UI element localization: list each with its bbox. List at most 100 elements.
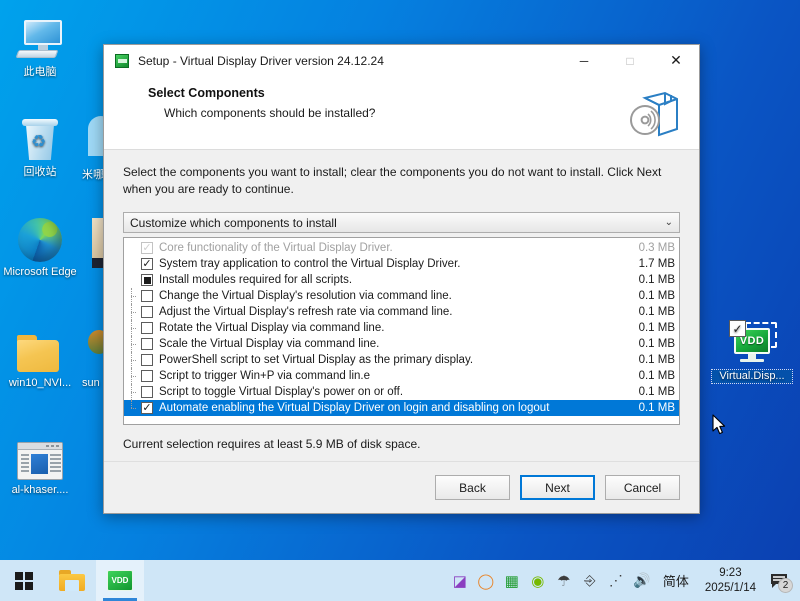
component-checkbox[interactable]: ✓	[141, 402, 153, 414]
window-title: Setup - Virtual Display Driver version 2…	[138, 53, 384, 68]
tree-connector	[124, 368, 139, 384]
desktop-icon-label-occluded-1: 米哪	[82, 169, 104, 181]
desktop-icon-label: al-khaser....	[11, 484, 69, 496]
window-body: Select the components you want to instal…	[104, 150, 699, 461]
action-center-button[interactable]: 2	[764, 560, 794, 601]
tree-connector	[124, 384, 139, 400]
taskbar-item-file-explorer[interactable]	[48, 560, 96, 601]
back-button[interactable]: Back	[435, 475, 510, 500]
taskbar[interactable]: VDD ◪ ◯ ▦ ◉ ☂ ⎆ ⋰ 🔊 简体 9:23 2025/1/14 2	[0, 560, 800, 601]
desktop-icon-microsoft-edge[interactable]: Microsoft Edge	[0, 214, 80, 279]
component-row[interactable]: Script to toggle Virtual Display's power…	[124, 384, 679, 400]
ring-icon[interactable]: ◯	[473, 560, 499, 601]
folder-icon	[59, 570, 85, 591]
component-checkbox[interactable]	[141, 354, 153, 366]
clock[interactable]: 9:23 2025/1/14	[697, 566, 764, 596]
component-size: 0.1 MB	[638, 274, 675, 286]
desktop-icon-label: win10_NVI...	[8, 377, 72, 389]
tree-connector	[124, 240, 139, 256]
ime-indicator[interactable]: 简体	[655, 571, 697, 590]
desktop-icon-win10-nvi-folder[interactable]: win10_NVI...	[0, 325, 80, 390]
desktop-icon-al-khaser[interactable]: al-khaser....	[0, 432, 80, 497]
minimize-button[interactable]: ─	[561, 45, 607, 76]
component-row[interactable]: ✓ Core functionality of the Virtual Displ…	[124, 240, 679, 256]
virtual-display-driver-icon: VDD ✓	[712, 318, 792, 366]
component-label: Install modules required for all scripts…	[159, 274, 353, 286]
tree-connector	[124, 336, 139, 352]
checkmark-icon: ✓	[142, 401, 152, 414]
component-row[interactable]: Adjust the Virtual Display's refresh rat…	[124, 304, 679, 320]
security-warning-icon[interactable]: ☂	[551, 560, 577, 601]
desktop-icon-virtual-display-driver[interactable]: VDD ✓ Virtual.Disp...	[711, 318, 793, 384]
component-checkbox[interactable]	[141, 290, 153, 302]
window-footer: Back Next Cancel	[104, 461, 699, 513]
desktop-icon-label: Microsoft Edge	[3, 266, 77, 278]
list-app-icon[interactable]: ▦	[499, 560, 525, 601]
component-checkbox[interactable]	[141, 322, 153, 334]
mouse-cursor	[712, 414, 726, 435]
component-label: Script to trigger Win+P via command lin.…	[159, 370, 371, 382]
tree-connector	[124, 272, 139, 288]
window-titlebar[interactable]: Setup - Virtual Display Driver version 2…	[104, 45, 699, 76]
component-size: 0.1 MB	[638, 338, 675, 350]
tree-connector	[124, 304, 139, 320]
network-icon[interactable]: ⋰	[603, 560, 629, 601]
clock-date: 2025/1/14	[704, 581, 756, 594]
component-checkbox[interactable]	[141, 306, 153, 318]
next-button[interactable]: Next	[520, 475, 595, 500]
cancel-button[interactable]: Cancel	[605, 475, 680, 500]
component-size: 0.3 MB	[638, 242, 675, 254]
clock-time: 9:23	[719, 566, 742, 579]
component-row[interactable]: Rotate the Virtual Display via command l…	[124, 320, 679, 336]
component-size: 0.1 MB	[638, 322, 675, 334]
notification-count-badge: 2	[778, 578, 793, 593]
components-list[interactable]: ✓ Core functionality of the Virtual Displ…	[123, 237, 680, 425]
component-size: 0.1 MB	[638, 290, 675, 302]
vdd-setup-icon	[115, 53, 129, 68]
page-description: Select the components you want to instal…	[123, 165, 662, 196]
desktop[interactable]: 米哪 sun 此电脑 ♻ 回收站 Microsoft Edge win10_NV…	[0, 0, 800, 601]
desktop-icon-label-occluded-2: sun	[82, 377, 100, 389]
component-row[interactable]: Change the Virtual Display's resolution …	[124, 288, 679, 304]
component-row[interactable]: Install modules required for all scripts…	[124, 272, 679, 288]
component-row[interactable]: ✓ Automate enabling the Virtual Display D…	[124, 400, 679, 416]
tree-connector	[124, 256, 139, 272]
component-checkbox[interactable]	[141, 274, 153, 286]
component-size: 0.1 MB	[638, 370, 675, 382]
component-checkbox[interactable]	[141, 338, 153, 350]
tree-connector	[124, 352, 139, 368]
checkmark-icon: ✓	[142, 257, 152, 270]
components-preset-combobox[interactable]: Customize which components to install ⌄	[123, 212, 680, 233]
page-subtitle: Which components should be installed?	[164, 106, 376, 120]
component-row[interactable]: ✓ System tray application to control the …	[124, 256, 679, 272]
component-label: PowerShell script to set Virtual Display…	[159, 354, 474, 366]
taskbar-item-vdd-setup[interactable]: VDD	[96, 560, 144, 601]
component-checkbox[interactable]: ✓	[141, 258, 153, 270]
recycle-bin-icon: ♻	[0, 114, 80, 162]
component-row[interactable]: Scale the Virtual Display via command li…	[124, 336, 679, 352]
component-checkbox[interactable]	[141, 386, 153, 398]
application-window-icon	[0, 432, 80, 480]
setup-window[interactable]: Setup - Virtual Display Driver version 2…	[103, 44, 700, 514]
component-row[interactable]: Script to trigger Win+P via command lin.…	[124, 368, 679, 384]
folder-icon	[0, 325, 80, 373]
component-checkbox[interactable]	[141, 370, 153, 382]
close-button[interactable]: ✕	[653, 45, 699, 76]
start-button[interactable]	[0, 560, 48, 601]
system-tray[interactable]: ◪ ◯ ▦ ◉ ☂ ⎆ ⋰ 🔊 简体 9:23 2025/1/14 2	[447, 560, 800, 601]
onedrive-like-icon[interactable]: ◪	[447, 560, 473, 601]
desktop-icon-recycle-bin[interactable]: ♻ 回收站	[0, 114, 80, 179]
component-row[interactable]: PowerShell script to set Virtual Display…	[124, 352, 679, 368]
component-label: Script to toggle Virtual Display's power…	[159, 386, 404, 398]
partial-check-icon	[143, 276, 151, 284]
desktop-icon-my-computer[interactable]: 此电脑	[0, 14, 80, 79]
component-checkbox[interactable]: ✓	[141, 242, 153, 254]
tree-connector	[124, 400, 139, 416]
safely-remove-hardware-icon[interactable]: ⎆	[577, 560, 603, 601]
nvidia-icon[interactable]: ◉	[525, 560, 551, 601]
component-label: Rotate the Virtual Display via command l…	[159, 322, 385, 334]
page-title: Select Components	[148, 86, 265, 100]
maximize-button[interactable]: □	[607, 45, 653, 76]
component-size: 1.7 MB	[638, 258, 675, 270]
volume-icon[interactable]: 🔊	[629, 560, 655, 601]
